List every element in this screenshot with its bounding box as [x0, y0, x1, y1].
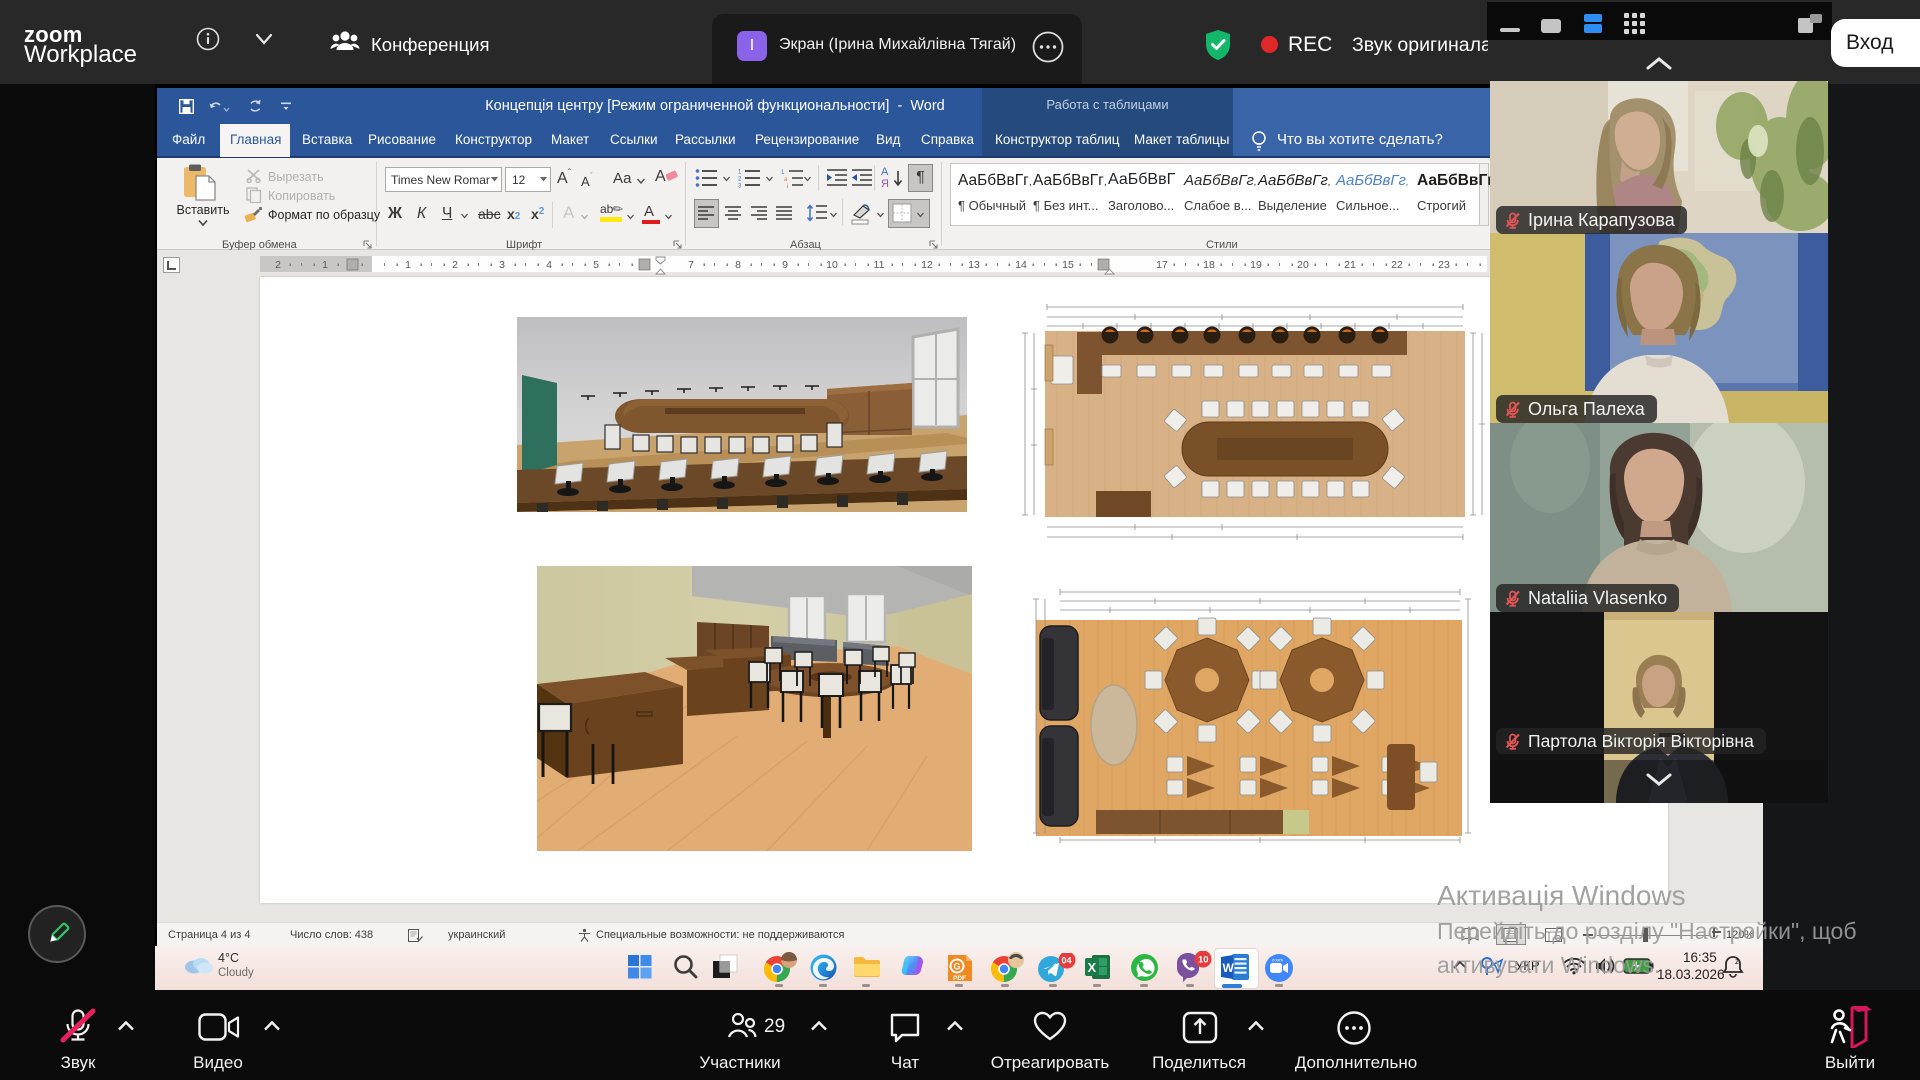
svg-text:22: 22 — [1391, 259, 1403, 271]
svg-text:i: i — [787, 184, 788, 188]
svg-text:23: 23 — [1438, 259, 1450, 271]
svg-text:13: 13 — [968, 259, 980, 271]
svg-text:2: 2 — [738, 177, 742, 183]
svg-text:9: 9 — [782, 259, 788, 271]
svg-text:a: a — [784, 177, 788, 183]
svg-text:10: 10 — [826, 259, 838, 271]
svg-text:21: 21 — [1344, 259, 1356, 271]
svg-text:11: 11 — [874, 259, 885, 271]
svg-text:5: 5 — [593, 259, 599, 271]
svg-text:1: 1 — [738, 170, 742, 176]
svg-text:18: 18 — [1203, 259, 1215, 271]
svg-text:G: G — [954, 962, 961, 972]
svg-text:2: 2 — [452, 259, 458, 271]
svg-text:15: 15 — [1062, 259, 1074, 271]
svg-text:04: 04 — [1062, 956, 1072, 966]
svg-text:17: 17 — [1156, 259, 1168, 271]
svg-text:1: 1 — [405, 259, 411, 271]
svg-text:7: 7 — [688, 259, 694, 271]
svg-text:3: 3 — [738, 184, 742, 189]
svg-text:20: 20 — [1297, 259, 1309, 271]
svg-text:PDF: PDF — [953, 975, 966, 982]
svg-text:1: 1 — [781, 170, 785, 176]
svg-text:10: 10 — [1198, 955, 1209, 966]
svg-text:z: z — [1735, 957, 1739, 966]
svg-text:3: 3 — [499, 259, 505, 271]
svg-text:X: X — [1088, 960, 1097, 975]
svg-text:2: 2 — [275, 259, 281, 271]
svg-text:19: 19 — [1250, 259, 1262, 271]
svg-text:zoom: zoom — [1272, 958, 1283, 963]
svg-text:1: 1 — [322, 259, 328, 271]
svg-text:4: 4 — [546, 259, 552, 271]
svg-text:14: 14 — [1015, 259, 1027, 271]
svg-text:12: 12 — [921, 259, 933, 271]
svg-text:W: W — [1223, 961, 1235, 975]
svg-text:8: 8 — [735, 259, 741, 271]
